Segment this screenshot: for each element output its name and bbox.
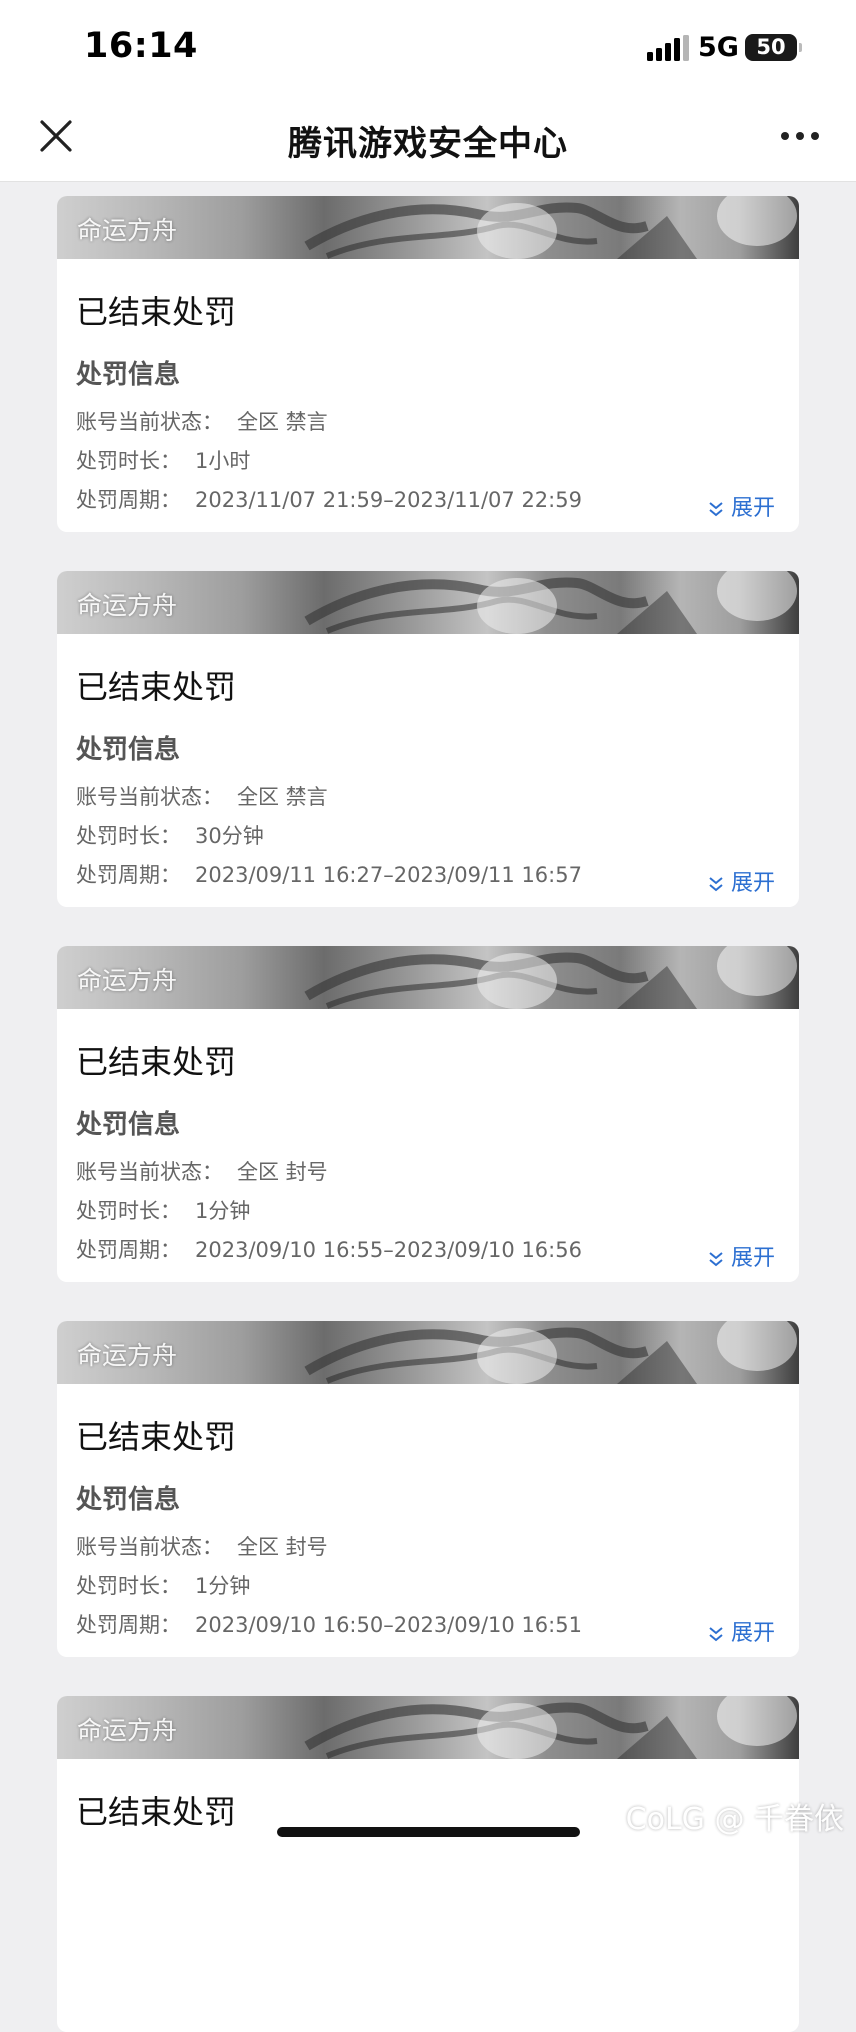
expand-label: 展开: [730, 1246, 775, 1271]
section-title: 处罚信息: [76, 735, 181, 765]
card-body: 已结束处罚 处罚信息 账号当前状态： 全区 封号 处罚时长： 1分钟 处罚周期： 20…: [57, 1009, 799, 1282]
expand-button[interactable]: 展开: [709, 1615, 775, 1647]
period-label: 处罚周期：: [76, 863, 181, 887]
duration-row: 处罚时长： 1小时: [76, 445, 250, 475]
period-row: 处罚周期： 2023/09/11 16:27–2023/09/11 16:57: [76, 859, 582, 889]
account-status-label: 账号当前状态：: [76, 785, 223, 809]
chevron-double-down-icon: [709, 1627, 723, 1642]
game-banner: 命运方舟: [57, 946, 799, 1009]
duration-value: 1分钟: [195, 1199, 251, 1223]
period-value: 2023/09/11 16:27–2023/09/11 16:57: [195, 863, 582, 887]
account-status-row: 账号当前状态： 全区 禁言: [76, 781, 328, 811]
battery-cap: [799, 43, 802, 52]
card-body: 已结束处罚 处罚信息 账号当前状态： 全区 禁言 处罚时长： 30分钟 处罚周期： 2…: [57, 634, 799, 907]
expand-label: 展开: [730, 496, 775, 521]
expand-button[interactable]: 展开: [709, 490, 775, 522]
game-banner: 命运方舟: [57, 1696, 799, 1759]
game-banner: 命运方舟: [57, 1321, 799, 1384]
expand-label: 展开: [730, 871, 775, 896]
period-row: 处罚周期： 2023/11/07 21:59–2023/11/07 22:59: [76, 484, 582, 514]
penalty-status: 已结束处罚: [76, 1793, 237, 1831]
section-title: 处罚信息: [76, 360, 181, 390]
game-name: 命运方舟: [77, 1341, 178, 1370]
penalty-status: 已结束处罚: [76, 1418, 237, 1456]
home-indicator[interactable]: [277, 1827, 580, 1837]
duration-label: 处罚时长：: [76, 449, 181, 473]
penalty-status: 已结束处罚: [76, 293, 237, 331]
nav-bar: 腾讯游戏安全中心: [0, 100, 856, 182]
section-title: 处罚信息: [76, 1110, 181, 1140]
period-label: 处罚周期：: [76, 1613, 181, 1637]
account-status-value: 全区 禁言: [237, 410, 328, 434]
period-value: 2023/11/07 21:59–2023/11/07 22:59: [195, 488, 582, 512]
expand-button[interactable]: 展开: [709, 1240, 775, 1272]
period-label: 处罚周期：: [76, 1238, 181, 1262]
card-body: 已结束处罚 处罚信息 账号当前状态： 全区 禁言 处罚时长： 1小时 处罚周期： 20…: [57, 259, 799, 532]
duration-label: 处罚时长：: [76, 824, 181, 848]
penalty-status: 已结束处罚: [76, 1043, 237, 1081]
duration-value: 30分钟: [195, 824, 264, 848]
account-status-label: 账号当前状态：: [76, 410, 223, 434]
status-time: 16:14: [84, 26, 198, 66]
account-status-label: 账号当前状态：: [76, 1535, 223, 1559]
period-row: 处罚周期： 2023/09/10 16:55–2023/09/10 16:56: [76, 1234, 582, 1264]
more-dots-icon[interactable]: [780, 124, 820, 148]
duration-label: 处罚时长：: [76, 1574, 181, 1598]
duration-label: 处罚时长：: [76, 1199, 181, 1223]
period-value: 2023/09/10 16:55–2023/09/10 16:56: [195, 1238, 582, 1262]
network-type: 5G: [698, 32, 739, 63]
period-label: 处罚周期：: [76, 488, 181, 512]
account-status-row: 账号当前状态： 全区 禁言: [76, 406, 328, 436]
game-name: 命运方舟: [77, 591, 178, 620]
account-status-value: 全区 禁言: [237, 785, 328, 809]
status-bar: 16:14 5G 50: [0, 0, 856, 100]
expand-button[interactable]: 展开: [709, 865, 775, 897]
duration-row: 处罚时长： 30分钟: [76, 820, 264, 850]
duration-value: 1小时: [195, 449, 251, 473]
card-body: 已结束处罚 处罚信息 账号当前状态： 全区 封号 处罚时长： 1分钟 处罚周期： 20…: [57, 1384, 799, 1657]
battery-level: 50: [756, 35, 786, 59]
game-name: 命运方舟: [77, 216, 178, 245]
account-status-label: 账号当前状态：: [76, 1160, 223, 1184]
penalty-card: 命运方舟 已结束处罚: [57, 1696, 799, 2032]
penalty-card: 命运方舟 已结束处罚 处罚信息 账号当前状态： 全区 禁言 处罚时长： 1小时 处罚…: [57, 196, 799, 532]
duration-row: 处罚时长： 1分钟: [76, 1195, 250, 1225]
signal-bars-icon: [647, 35, 689, 61]
period-row: 处罚周期： 2023/09/10 16:50–2023/09/10 16:51: [76, 1609, 582, 1639]
section-title: 处罚信息: [76, 1485, 181, 1515]
duration-row: 处罚时长： 1分钟: [76, 1570, 250, 1600]
duration-value: 1分钟: [195, 1574, 251, 1598]
penalty-card: 命运方舟 已结束处罚 处罚信息 账号当前状态： 全区 禁言 处罚时长： 30分钟 处…: [57, 571, 799, 907]
game-name: 命运方舟: [77, 1716, 178, 1745]
page-title: 腾讯游戏安全中心: [288, 124, 568, 164]
watermark: CoLG @ 千眷依: [625, 1802, 844, 1837]
game-name: 命运方舟: [77, 966, 178, 995]
period-value: 2023/09/10 16:50–2023/09/10 16:51: [195, 1613, 582, 1637]
chevron-double-down-icon: [709, 877, 723, 892]
penalty-status: 已结束处罚: [76, 668, 237, 706]
game-banner: 命运方舟: [57, 571, 799, 634]
chevron-double-down-icon: [709, 1252, 723, 1267]
battery-icon: 50: [745, 34, 802, 61]
game-banner: 命运方舟: [57, 196, 799, 259]
account-status-value: 全区 封号: [237, 1160, 328, 1184]
expand-label: 展开: [730, 1621, 775, 1646]
account-status-row: 账号当前状态： 全区 封号: [76, 1156, 328, 1186]
penalty-card: 命运方舟 已结束处罚 处罚信息 账号当前状态： 全区 封号 处罚时长： 1分钟 处罚…: [57, 1321, 799, 1657]
account-status-value: 全区 封号: [237, 1535, 328, 1559]
account-status-row: 账号当前状态： 全区 封号: [76, 1531, 328, 1561]
penalty-card: 命运方舟 已结束处罚 处罚信息 账号当前状态： 全区 封号 处罚时长： 1分钟 处罚…: [57, 946, 799, 1282]
chevron-double-down-icon: [709, 502, 723, 517]
